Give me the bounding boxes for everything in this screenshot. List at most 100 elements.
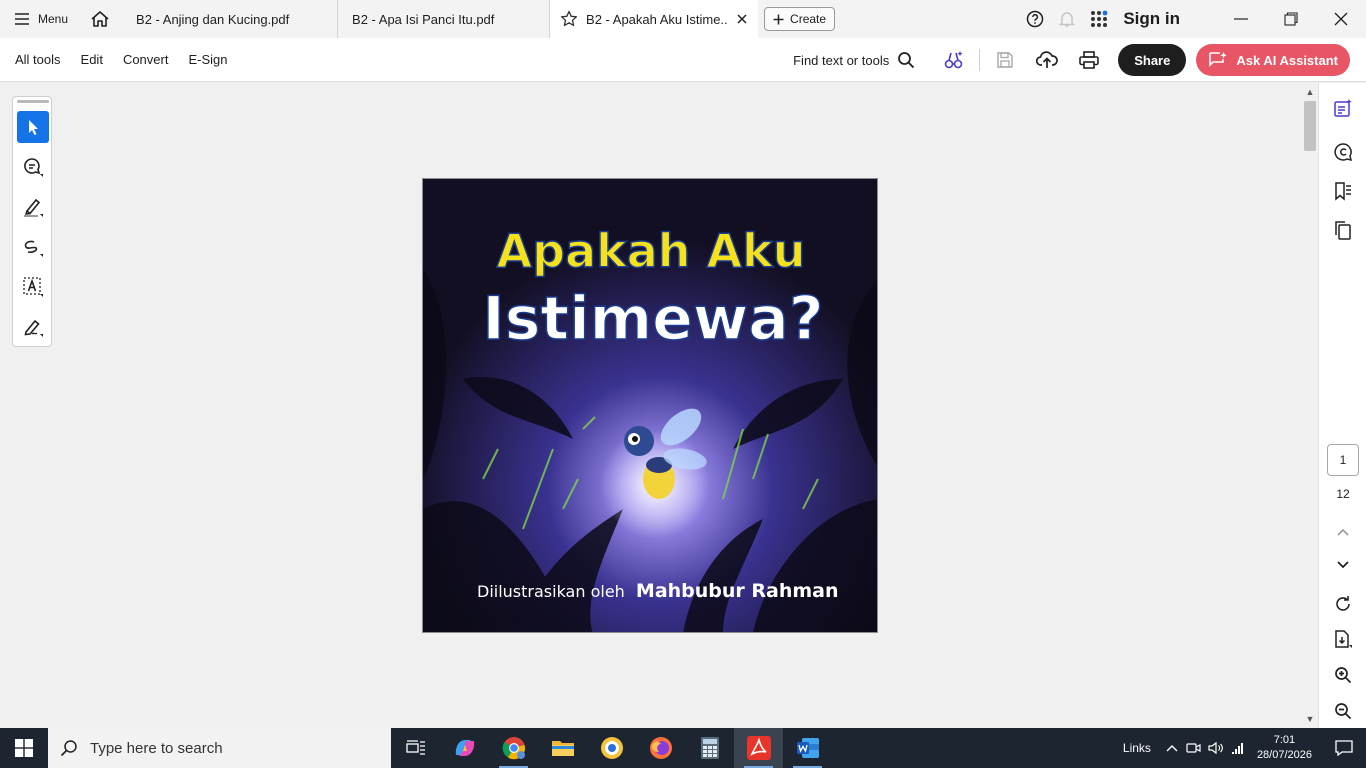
- page-options-button[interactable]: [1329, 625, 1357, 653]
- task-view-button[interactable]: [391, 728, 440, 768]
- taskbar-clock[interactable]: 7:01 28/07/2026: [1257, 733, 1312, 763]
- tab-label: B2 - Anjing dan Kucing.pdf: [136, 11, 290, 27]
- bookmarks-panel-button[interactable]: [1329, 177, 1357, 205]
- meet-now-button[interactable]: [1183, 728, 1205, 768]
- close-tab-icon[interactable]: [736, 13, 748, 25]
- ai-assistant-icon: [1209, 52, 1228, 67]
- copilot-app[interactable]: [440, 728, 489, 768]
- menu-edit[interactable]: Edit: [81, 52, 103, 67]
- rotate-button[interactable]: [1329, 590, 1357, 618]
- notification-center-button[interactable]: [1322, 728, 1366, 768]
- taskbar-search-box[interactable]: Type here to search: [48, 728, 391, 768]
- task-view-icon: [405, 740, 425, 755]
- pdf-page-cover[interactable]: Apakah Aku Istimewa? Diilustrasikan oleh…: [422, 178, 878, 633]
- help-button[interactable]: [1019, 0, 1051, 38]
- clock-date: 28/07/2026: [1256, 749, 1312, 761]
- cover-credit-name: Mahbubur Rahman: [636, 580, 839, 602]
- vertical-scrollbar[interactable]: ▲ ▼: [1302, 83, 1318, 728]
- scroll-up-arrow[interactable]: ▲: [1302, 85, 1318, 99]
- previous-page-button[interactable]: [1329, 518, 1357, 546]
- menu-convert[interactable]: Convert: [123, 52, 169, 67]
- help-icon: [1027, 10, 1044, 28]
- apps-button[interactable]: [1083, 0, 1115, 38]
- highlight-tool[interactable]: [17, 191, 49, 223]
- browser-app[interactable]: [587, 728, 636, 768]
- menu-all-tools[interactable]: All tools: [15, 52, 61, 67]
- comment-tool[interactable]: [17, 151, 49, 183]
- save-button[interactable]: [984, 38, 1026, 82]
- draw-tool[interactable]: [17, 231, 49, 263]
- drag-handle[interactable]: [17, 100, 49, 103]
- word-app[interactable]: [783, 728, 832, 768]
- scrollbar-thumb[interactable]: [1304, 101, 1316, 151]
- sign-tool[interactable]: [17, 311, 49, 343]
- title-bar: Menu B2 - Anjing dan Kucing.pdf B2 - Apa…: [0, 0, 1366, 38]
- next-page-button[interactable]: [1329, 551, 1357, 579]
- total-pages: 12: [1336, 487, 1350, 501]
- select-tool[interactable]: [17, 111, 49, 143]
- minimize-button[interactable]: [1216, 0, 1266, 38]
- tab-apa-isi-panci[interactable]: B2 - Apa Isi Panci Itu.pdf: [338, 0, 551, 38]
- start-button[interactable]: [0, 728, 48, 768]
- upload-button[interactable]: [1026, 38, 1068, 82]
- cloud-upload-icon: [1036, 51, 1059, 68]
- menu-esign[interactable]: E-Sign: [188, 52, 227, 67]
- scroll-down-arrow[interactable]: ▼: [1302, 712, 1318, 726]
- tab-anjing-dan-kucing[interactable]: B2 - Anjing dan Kucing.pdf: [126, 0, 339, 38]
- share-button[interactable]: Share: [1118, 44, 1187, 76]
- print-button[interactable]: [1068, 38, 1110, 82]
- ai-summary-button[interactable]: [1329, 94, 1357, 122]
- right-rail: 1 12: [1318, 83, 1366, 728]
- volume-button[interactable]: [1205, 728, 1227, 768]
- pen-sign-icon: [24, 319, 43, 337]
- apps-grid-icon: [1091, 10, 1108, 27]
- tab-apakah-aku-istimewa[interactable]: B2 - Apakah Aku Istime...: [550, 0, 759, 38]
- calculator-app[interactable]: [685, 728, 734, 768]
- find-text-or-tools[interactable]: Find text or tools: [793, 51, 915, 69]
- ai-tools-button[interactable]: [933, 38, 975, 82]
- chevron-up-icon: [1337, 528, 1349, 536]
- document-canvas[interactable]: Apakah Aku Istimewa? Diilustrasikan oleh…: [0, 83, 1302, 728]
- quick-tools-panel: [12, 96, 52, 347]
- star-icon[interactable]: [560, 10, 578, 28]
- printer-icon: [1079, 51, 1100, 69]
- restore-button[interactable]: [1266, 0, 1316, 38]
- highlighter-icon: [24, 198, 43, 217]
- acrobat-app[interactable]: [734, 728, 783, 768]
- links-toolbar[interactable]: Links: [1123, 741, 1151, 755]
- camera-icon: [1186, 743, 1201, 753]
- notifications-button[interactable]: [1051, 0, 1083, 38]
- main-toolbar: All tools Edit Convert E-Sign Find text …: [0, 38, 1366, 82]
- file-explorer-app[interactable]: [538, 728, 587, 768]
- show-hidden-icons-button[interactable]: [1161, 728, 1183, 768]
- calculator-icon: [700, 737, 719, 759]
- close-window-button[interactable]: [1316, 0, 1366, 38]
- tab-label: B2 - Apa Isi Panci Itu.pdf: [352, 11, 495, 27]
- current-page-input[interactable]: 1: [1327, 444, 1359, 476]
- comments-panel-button[interactable]: [1329, 138, 1357, 166]
- toolbar-divider: [979, 49, 981, 71]
- zoom-out-button[interactable]: [1329, 697, 1357, 725]
- home-button[interactable]: [82, 0, 118, 38]
- zoom-in-button[interactable]: [1329, 661, 1357, 689]
- create-button[interactable]: Create: [764, 7, 836, 31]
- title-bar-controls: Sign in: [1019, 0, 1366, 38]
- firefox-app[interactable]: [636, 728, 685, 768]
- bookmark-icon: [1335, 182, 1351, 201]
- cover-credit-prefix: Diilustrasikan oleh: [477, 582, 625, 601]
- browser-shield-icon: [600, 737, 623, 759]
- save-icon: [997, 52, 1013, 68]
- menu-button[interactable]: Menu: [0, 0, 82, 38]
- page-download-icon: [1335, 630, 1352, 648]
- freehand-draw-icon: [24, 240, 43, 257]
- ask-ai-assistant-button[interactable]: Ask AI Assistant: [1196, 44, 1350, 76]
- cover-credit: Diilustrasikan oleh Mahbubur Rahman: [477, 580, 839, 602]
- chrome-app[interactable]: [489, 728, 538, 768]
- windows-taskbar: Type here to search Links 7:01 28/07/202…: [0, 728, 1366, 768]
- sign-in-link[interactable]: Sign in: [1123, 9, 1180, 29]
- find-label: Find text or tools: [793, 52, 890, 68]
- page-thumbnails-button[interactable]: [1329, 216, 1357, 244]
- text-select-tool[interactable]: [17, 271, 49, 303]
- network-button[interactable]: [1227, 728, 1249, 768]
- folder-icon: [551, 741, 574, 756]
